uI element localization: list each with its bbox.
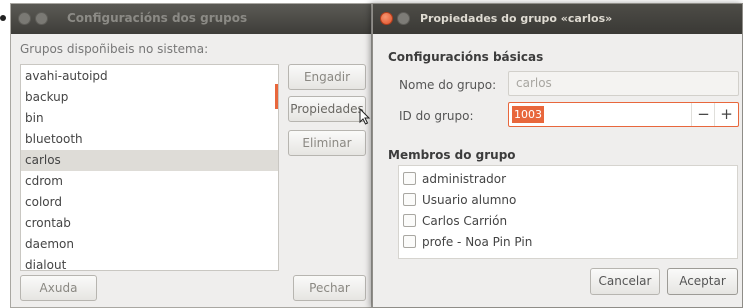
- group-id-label: ID do grupo:: [399, 109, 474, 123]
- accept-button[interactable]: Aceptar: [667, 268, 738, 295]
- list-item[interactable]: backup: [21, 87, 278, 108]
- member-checkbox[interactable]: [403, 235, 416, 248]
- member-item[interactable]: Usuario alumno: [403, 190, 516, 210]
- list-item[interactable]: daemon: [21, 234, 278, 255]
- member-name: Usuario alumno: [422, 193, 517, 207]
- list-item[interactable]: dialout: [21, 255, 278, 270]
- list-scrollbar[interactable]: [275, 84, 278, 109]
- group-name-label: Nome do grupo:: [399, 78, 497, 92]
- group-properties-dialog: Propiedades do grupo «carlos» Configurac…: [372, 3, 743, 308]
- bullet-mark: [0, 15, 6, 21]
- group-id-spinbox[interactable]: 1003 − +: [508, 102, 739, 127]
- close-dialog-icon[interactable]: [380, 12, 393, 25]
- members-list: administrador Usuario alumno Carlos Carr…: [398, 165, 738, 259]
- groups-window-titlebar[interactable]: Configuracións dos grupos: [11, 4, 371, 34]
- groups-list-label: Grupos dispoñibeis no sistema:: [20, 42, 209, 56]
- cancel-button[interactable]: Cancelar: [590, 268, 660, 295]
- member-name: Carlos Carrión: [422, 214, 508, 228]
- member-item[interactable]: Carlos Carrión: [403, 211, 507, 231]
- list-item[interactable]: colord: [21, 192, 278, 213]
- groups-settings-window: Configuracións dos grupos Grupos dispoñi…: [10, 3, 372, 308]
- member-name: administrador: [422, 172, 507, 186]
- increment-button[interactable]: +: [714, 103, 738, 126]
- list-item-selected[interactable]: carlos: [21, 150, 278, 171]
- close-button[interactable]: Pechar: [293, 275, 366, 301]
- help-button[interactable]: Axuda: [20, 275, 97, 301]
- properties-dialog-title: Propiedades do grupo «carlos»: [420, 12, 613, 25]
- group-name-field: carlos: [508, 71, 739, 96]
- member-checkbox[interactable]: [403, 172, 416, 185]
- group-id-value[interactable]: 1003: [512, 106, 544, 123]
- group-members-heading: Membros do grupo: [388, 148, 516, 162]
- minimize-window-icon[interactable]: [35, 12, 48, 25]
- groups-list[interactable]: avahi-autoipd backup bin bluetooth carlo…: [20, 64, 279, 271]
- member-checkbox[interactable]: [403, 214, 416, 227]
- minimize-dialog-icon[interactable]: [397, 12, 410, 25]
- properties-button[interactable]: Propiedades: [288, 96, 366, 122]
- list-item[interactable]: cdrom: [21, 171, 278, 192]
- decrement-button[interactable]: −: [691, 103, 715, 126]
- basic-settings-heading: Configuracións básicas: [388, 50, 544, 64]
- add-group-button[interactable]: Engadir: [288, 64, 366, 90]
- list-item[interactable]: crontab: [21, 213, 278, 234]
- groups-window-title: Configuracións dos grupos: [67, 11, 248, 25]
- list-item[interactable]: avahi-autoipd: [21, 66, 278, 87]
- list-item[interactable]: bluetooth: [21, 129, 278, 150]
- close-window-icon[interactable]: [18, 12, 31, 25]
- properties-dialog-titlebar[interactable]: Propiedades do grupo «carlos»: [373, 4, 742, 34]
- member-name: profe - Noa Pin Pin: [422, 235, 533, 249]
- member-item[interactable]: profe - Noa Pin Pin: [403, 232, 532, 252]
- member-checkbox[interactable]: [403, 193, 416, 206]
- delete-group-button[interactable]: Eliminar: [288, 130, 366, 156]
- mouse-pointer-icon: [359, 108, 371, 125]
- list-item[interactable]: bin: [21, 108, 278, 129]
- member-item[interactable]: administrador: [403, 169, 506, 189]
